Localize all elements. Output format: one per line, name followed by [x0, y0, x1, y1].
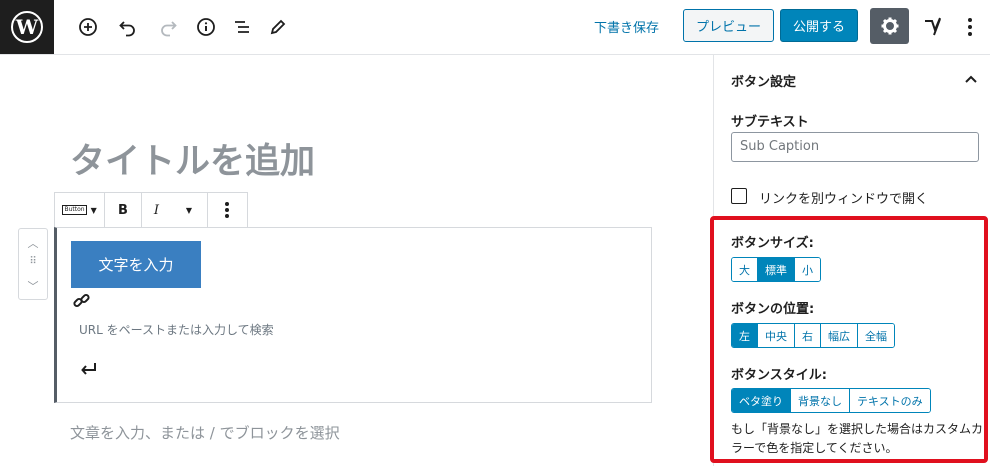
editor-canvas: タイトルを追加 Button ▼ B I ▼ ︿ ⠿ ﹀ 文字を入力 URL を…: [0, 55, 713, 466]
new-window-checkbox[interactable]: [731, 188, 747, 204]
preview-button[interactable]: プレビュー: [683, 9, 774, 42]
save-draft-link[interactable]: 下書き保存: [594, 17, 659, 36]
paragraph-placeholder[interactable]: 文章を入力、または / でブロックを選択: [70, 422, 340, 443]
publish-button[interactable]: 公開する: [780, 9, 858, 42]
new-window-label: リンクを別ウィンドウで開く: [759, 192, 929, 207]
svg-text:W: W: [15, 15, 39, 39]
url-input[interactable]: URL をペーストまたは入力して検索: [79, 321, 274, 338]
info-icon[interactable]: [194, 15, 218, 39]
move-up-icon[interactable]: ︿: [19, 235, 47, 251]
chevron-up-icon[interactable]: [963, 71, 979, 87]
bold-button[interactable]: B: [105, 193, 142, 227]
drag-handle-icon[interactable]: ⠿: [19, 256, 47, 267]
subtext-input[interactable]: Sub Caption: [731, 132, 979, 162]
button-block[interactable]: 文字を入力 URL をペーストまたは入力して検索: [54, 227, 652, 403]
post-title-placeholder[interactable]: タイトルを追加: [70, 133, 315, 184]
panel-title[interactable]: ボタン設定: [731, 71, 796, 90]
more-vertical-icon[interactable]: [960, 14, 980, 40]
yoast-icon[interactable]: [920, 14, 946, 40]
block-options-icon[interactable]: [208, 193, 247, 227]
move-down-icon[interactable]: ﹀: [19, 278, 47, 294]
block-mover: ︿ ⠿ ﹀: [18, 228, 48, 300]
undo-icon[interactable]: [116, 15, 140, 39]
link-icon: [72, 291, 92, 311]
settings-gear-icon[interactable]: [870, 8, 909, 44]
italic-button[interactable]: I: [142, 193, 172, 227]
subtext-label: サブテキスト: [731, 115, 809, 130]
add-block-icon[interactable]: [76, 15, 100, 39]
more-formats-chevron-icon[interactable]: ▼: [171, 193, 208, 227]
outline-icon[interactable]: [230, 15, 254, 39]
editor-header: W 下書き保存 プレビュー 公開する: [0, 0, 990, 55]
block-type-switcher[interactable]: Button ▼: [55, 193, 106, 227]
chevron-down-icon: ▼: [90, 205, 97, 215]
edit-tools-icon[interactable]: [266, 15, 290, 39]
enter-icon[interactable]: [79, 361, 101, 381]
block-toolbar: Button ▼ B I ▼: [54, 192, 248, 228]
wordpress-logo-icon[interactable]: W: [0, 0, 54, 54]
button-text-editable[interactable]: 文字を入力: [71, 241, 201, 288]
highlight-annotation-box: [710, 216, 988, 463]
redo-icon[interactable]: [156, 15, 180, 39]
block-type-label: Button: [62, 205, 87, 215]
